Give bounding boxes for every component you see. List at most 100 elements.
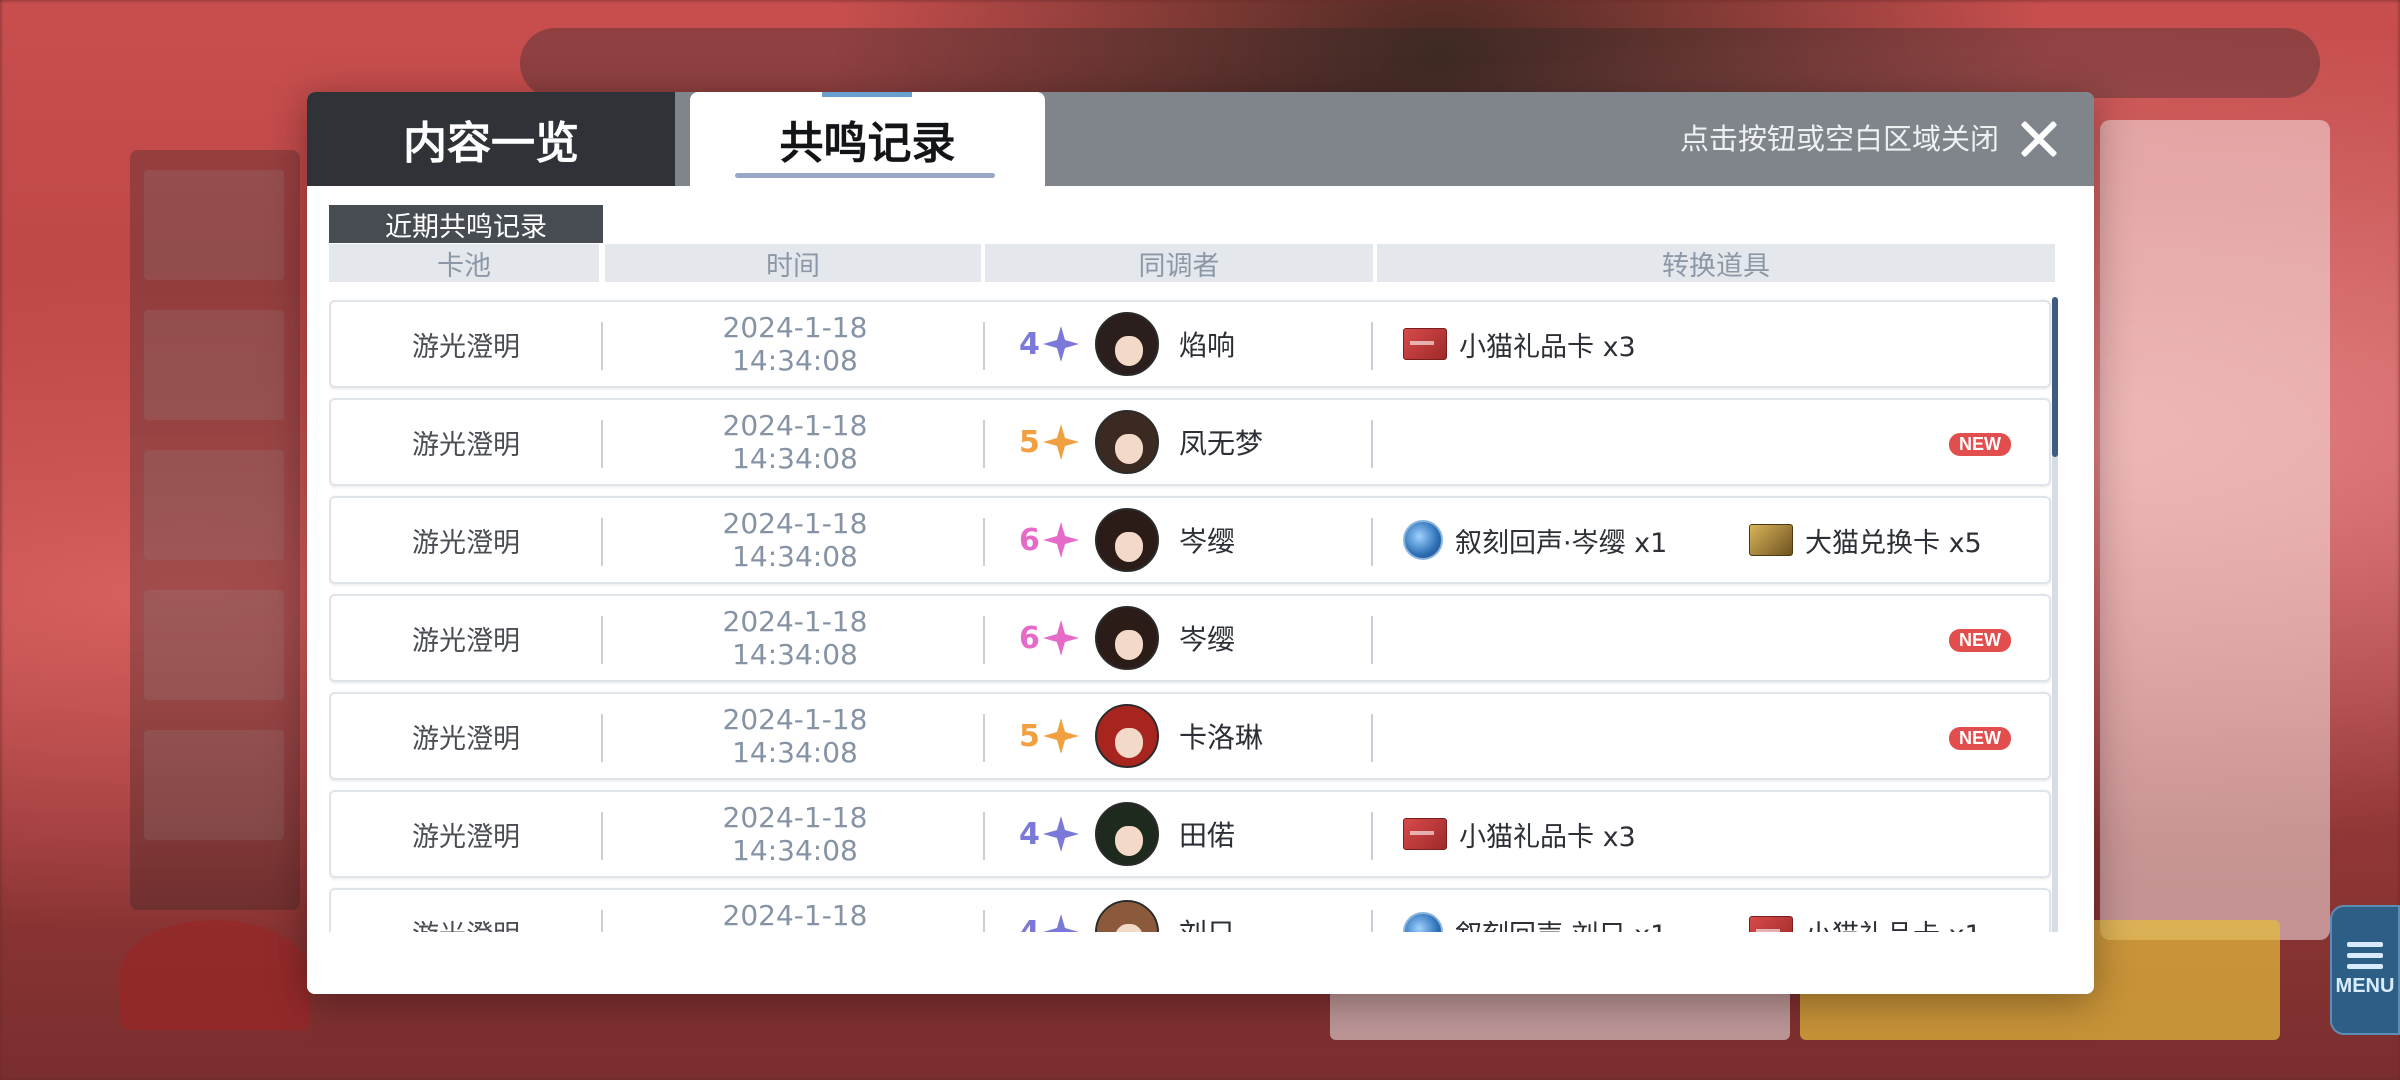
scrollbar-thumb[interactable] <box>2052 297 2058 457</box>
column-divider <box>1371 616 1373 664</box>
character-name: 岑缨 <box>1179 525 1236 558</box>
record-row: 游光澄明 2024-1-18 14:34:08 5 凤无梦 NEW <box>329 398 2051 486</box>
record-row: 游光澄明 2024-1-18 14:34:08 6 岑缨 NEW <box>329 594 2051 682</box>
record-time: 2024-1-18 14:34:08 <box>607 400 983 484</box>
close-icon[interactable] <box>2014 114 2064 164</box>
column-divider <box>1371 714 1373 762</box>
modal-footer <box>307 932 2094 994</box>
background-right-panel <box>2100 120 2330 940</box>
tab-resonance-record[interactable]: 共鸣记录 <box>690 92 1045 186</box>
menu-label: MENU <box>2335 975 2395 997</box>
items-cell: 小猫礼品卡 x3 <box>1379 302 2053 386</box>
rarity-star-icon <box>1043 816 1079 852</box>
column-header-pool: 卡池 <box>329 244 599 282</box>
character-cell: 5 凤无梦 <box>987 400 1375 484</box>
rarity-star-icon <box>1043 424 1079 460</box>
column-divider <box>601 420 603 468</box>
tab-resonance-record-label: 共鸣记录 <box>779 118 956 169</box>
record-time: 2024-1-18 14:34:08 <box>607 792 983 876</box>
record-clock: 14:34:08 <box>732 834 858 867</box>
column-divider <box>601 322 603 370</box>
converted-item: 小猫礼品卡 x3 <box>1403 815 1636 854</box>
column-divider <box>983 910 985 932</box>
character-name: 田偌 <box>1179 819 1236 852</box>
rarity-star-icon <box>1043 718 1079 754</box>
active-tab-underline <box>735 173 995 178</box>
pool-name: 游光澄明 <box>412 821 520 853</box>
character-avatar <box>1095 900 1159 932</box>
rarity-number: 5 <box>1019 424 1040 460</box>
column-divider <box>1371 322 1373 370</box>
record-date: 2024-1-18 <box>722 507 868 540</box>
character-cell: 4 焰响 <box>987 302 1375 386</box>
record-clock: 14:34:08 <box>732 540 858 573</box>
record-time: 2024-1-18 14:34:08 <box>607 302 983 386</box>
pool-name: 游光澄明 <box>412 625 520 657</box>
item-label: 大猫兑换卡 x5 <box>1805 527 1982 559</box>
column-divider <box>1371 812 1373 860</box>
items-cell: 叙刻回声·岑缨 x1 大猫兑换卡 x5 <box>1379 498 2053 582</box>
background-left-panel <box>130 150 300 910</box>
record-row: 游光澄明 2024-1-18 14:34:08 4 刘只 叙刻回声·刘只 x1 小… <box>329 888 2051 932</box>
item-label: 叙刻回声·岑缨 x1 <box>1455 527 1668 559</box>
character-avatar <box>1095 508 1159 572</box>
column-divider <box>601 714 603 762</box>
character-name: 凤无梦 <box>1179 427 1264 460</box>
record-list[interactable]: 游光澄明 2024-1-18 14:34:08 4 焰响 小猫礼品卡 x3 游光… <box>329 292 2069 932</box>
red-card-icon <box>1403 818 1447 850</box>
item-label: 小猫礼品卡 x1 <box>1805 913 1982 933</box>
character-avatar <box>1095 410 1159 474</box>
converted-item: 叙刻回声·刘只 x1 <box>1403 912 1667 932</box>
column-divider <box>601 812 603 860</box>
record-date: 2024-1-18 <box>722 605 868 638</box>
column-divider <box>983 420 985 468</box>
character-avatar <box>1095 312 1159 376</box>
record-time: 2024-1-18 14:34:08 <box>607 694 983 778</box>
rarity-number: 4 <box>1019 326 1040 362</box>
background-top-bar <box>520 28 2320 98</box>
gold-card-icon <box>1749 524 1793 556</box>
character-name: 焰响 <box>1179 329 1236 362</box>
active-tab-indicator <box>822 92 912 97</box>
column-divider <box>983 322 985 370</box>
rarity-number: 4 <box>1019 816 1040 852</box>
rarity-star-icon <box>1043 620 1079 656</box>
record-time: 2024-1-18 14:34:08 <box>607 498 983 582</box>
column-header-time: 时间 <box>605 244 981 282</box>
converted-item: 小猫礼品卡 x1 <box>1749 890 1982 932</box>
new-badge: NEW <box>1949 629 2011 652</box>
character-name: 刘只 <box>1179 912 1235 932</box>
item-label: 叙刻回声·刘只 x1 <box>1455 913 1667 933</box>
rarity-star-icon <box>1043 326 1079 362</box>
column-divider <box>983 616 985 664</box>
character-cell: 4 刘只 <box>987 890 1375 932</box>
red-card-icon <box>1403 328 1447 360</box>
character-avatar <box>1095 606 1159 670</box>
column-divider <box>601 518 603 566</box>
record-date: 2024-1-18 <box>722 899 868 932</box>
section-title: 近期共鸣记录 <box>329 205 603 243</box>
record-clock: 14:34:08 <box>732 344 858 377</box>
new-badge: NEW <box>1949 727 2011 750</box>
column-divider <box>983 812 985 860</box>
items-cell: 小猫礼品卡 x3 <box>1379 792 2053 876</box>
character-name: 卡洛琳 <box>1179 721 1264 754</box>
tab-overview[interactable]: 内容一览 <box>307 92 675 186</box>
character-avatar <box>1095 704 1159 768</box>
record-date: 2024-1-18 <box>722 703 868 736</box>
pool-name: 游光澄明 <box>331 890 601 933</box>
modal-header: 内容一览 共鸣记录 点击按钮或空白区域关闭 <box>307 92 2094 186</box>
record-date: 2024-1-18 <box>722 801 868 834</box>
list-scrollbar[interactable] <box>2052 297 2058 937</box>
column-divider <box>983 714 985 762</box>
record-clock: 14:34:08 <box>732 736 858 769</box>
resonance-record-modal: 内容一览 共鸣记录 点击按钮或空白区域关闭 近期共鸣记录 卡池 时间 同调者 转… <box>307 92 2094 994</box>
column-header-items: 转换道具 <box>1377 244 2055 282</box>
column-header-character: 同调者 <box>985 244 1373 282</box>
column-divider <box>601 616 603 664</box>
menu-button[interactable]: MENU <box>2330 905 2400 1035</box>
column-divider <box>1371 420 1373 468</box>
item-label: 小猫礼品卡 x3 <box>1459 331 1636 363</box>
rarity-number: 6 <box>1019 522 1040 558</box>
rarity-number: 4 <box>1019 914 1040 933</box>
